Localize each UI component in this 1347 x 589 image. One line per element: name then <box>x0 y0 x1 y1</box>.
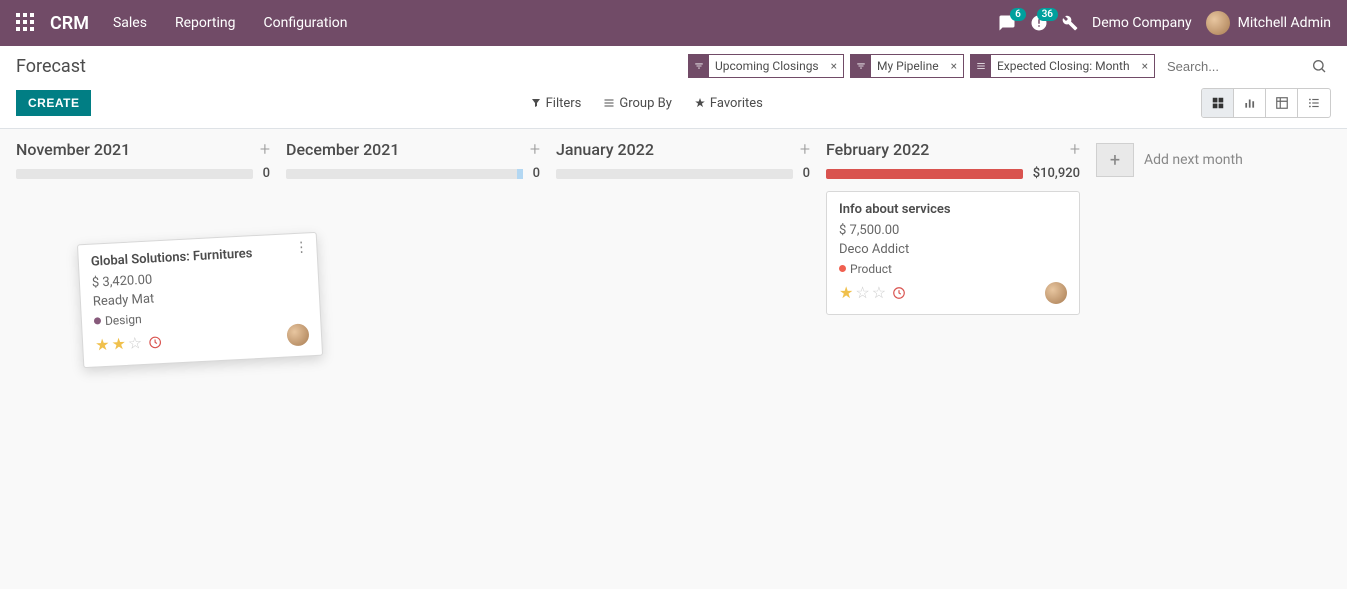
star-icon: ☆ <box>855 283 869 302</box>
card-customer: Deco Addict <box>839 242 1067 257</box>
company-selector[interactable]: Demo Company <box>1092 15 1192 31</box>
column-total: $10,920 <box>1033 166 1080 181</box>
groupby-icon <box>971 55 991 77</box>
view-switcher <box>1201 88 1331 118</box>
filter-icon <box>851 55 871 77</box>
star-icon: ★ <box>95 335 110 355</box>
facet-my-pipeline: My Pipeline × <box>850 54 964 78</box>
column-title: February 2022 <box>826 140 929 159</box>
assignee-avatar-icon[interactable] <box>286 323 309 346</box>
column-progress-bar <box>556 169 793 179</box>
company-name: Demo Company <box>1092 15 1192 31</box>
column-progress-bar <box>16 169 253 179</box>
search-input[interactable] <box>1161 55 1301 78</box>
assignee-avatar-icon[interactable] <box>1045 282 1067 304</box>
apps-icon[interactable] <box>16 13 36 33</box>
card-tag: Design <box>94 312 142 328</box>
column-add-button[interactable]: + <box>800 139 810 160</box>
column-add-button[interactable]: + <box>260 139 270 160</box>
nav-sales[interactable]: Sales <box>113 15 147 31</box>
nav-reporting[interactable]: Reporting <box>175 15 236 31</box>
activity-clock-icon[interactable] <box>148 335 163 350</box>
activity-clock-icon[interactable] <box>892 286 906 300</box>
priority-stars[interactable]: ★ ★ ☆ <box>95 332 163 354</box>
activities-badge: 36 <box>1037 8 1058 21</box>
add-month: + Add next month <box>1088 139 1251 181</box>
favorites-button[interactable]: Favorites <box>694 96 763 111</box>
star-icon: ★ <box>111 334 126 354</box>
activities-icon[interactable]: 36 <box>1030 14 1048 32</box>
card-menu-icon[interactable]: ⋮ <box>294 239 309 256</box>
create-button[interactable]: CREATE <box>16 90 91 116</box>
user-menu[interactable]: Mitchell Admin <box>1206 11 1331 35</box>
card-title: Info about services <box>839 202 1067 217</box>
column-november: November 2021 + 0 <box>8 139 278 191</box>
column-january: January 2022 + 0 <box>548 139 818 191</box>
column-progress-bar <box>286 169 523 179</box>
breadcrumb: Forecast <box>16 56 86 77</box>
column-add-button[interactable]: + <box>530 139 540 160</box>
tag-dot-icon <box>94 317 101 324</box>
column-add-button[interactable]: + <box>1070 139 1080 160</box>
kanban-view-button[interactable] <box>1202 89 1234 117</box>
column-total: 0 <box>533 166 540 181</box>
pivot-view-button[interactable] <box>1266 89 1298 117</box>
messages-icon[interactable]: 6 <box>998 14 1016 32</box>
priority-stars[interactable]: ★ ☆ ☆ <box>839 283 906 302</box>
facet-remove[interactable]: × <box>825 59 843 73</box>
column-february: February 2022 + $10,920 Info about servi… <box>818 139 1088 323</box>
column-december: December 2021 + 0 <box>278 139 548 191</box>
star-icon: ★ <box>839 283 853 302</box>
add-month-label[interactable]: Add next month <box>1144 152 1243 168</box>
filters-button[interactable]: Filters <box>530 96 582 111</box>
column-title: December 2021 <box>286 140 399 159</box>
facet-remove[interactable]: × <box>1136 59 1154 73</box>
card-tag: Product <box>839 262 892 276</box>
nav-configuration[interactable]: Configuration <box>264 15 348 31</box>
facet-upcoming-closings: Upcoming Closings × <box>688 54 844 78</box>
star-icon: ☆ <box>127 333 142 353</box>
kanban-card-dragging[interactable]: ⋮ Global Solutions: Furnitures $ 3,420.0… <box>77 232 323 368</box>
column-title: January 2022 <box>556 140 654 159</box>
top-navbar: CRM Sales Reporting Configuration 6 36 D… <box>0 0 1347 46</box>
messages-badge: 6 <box>1010 8 1026 21</box>
app-brand[interactable]: CRM <box>50 13 89 34</box>
search-area: Upcoming Closings × My Pipeline × Expect… <box>688 54 1331 78</box>
control-bar: Forecast Upcoming Closings × My Pipeline… <box>0 46 1347 129</box>
user-avatar-icon <box>1206 11 1230 35</box>
column-total: 0 <box>263 166 270 181</box>
debug-icon[interactable] <box>1062 15 1078 31</box>
kanban-card[interactable]: Info about services $ 7,500.00 Deco Addi… <box>826 191 1080 315</box>
search-icon[interactable] <box>1307 54 1331 78</box>
add-month-button[interactable]: + <box>1096 143 1134 177</box>
card-amount: $ 7,500.00 <box>839 223 1067 238</box>
filter-icon <box>689 55 709 77</box>
list-view-button[interactable] <box>1298 89 1330 117</box>
facet-expected-closing: Expected Closing: Month × <box>970 54 1155 78</box>
tag-dot-icon <box>839 265 846 272</box>
groupby-button[interactable]: Group By <box>603 96 672 111</box>
column-title: November 2021 <box>16 140 130 159</box>
user-name: Mitchell Admin <box>1238 15 1331 31</box>
column-total: 0 <box>803 166 810 181</box>
column-progress-bar <box>826 169 1023 179</box>
graph-view-button[interactable] <box>1234 89 1266 117</box>
star-icon: ☆ <box>872 283 886 302</box>
facet-remove[interactable]: × <box>945 59 963 73</box>
